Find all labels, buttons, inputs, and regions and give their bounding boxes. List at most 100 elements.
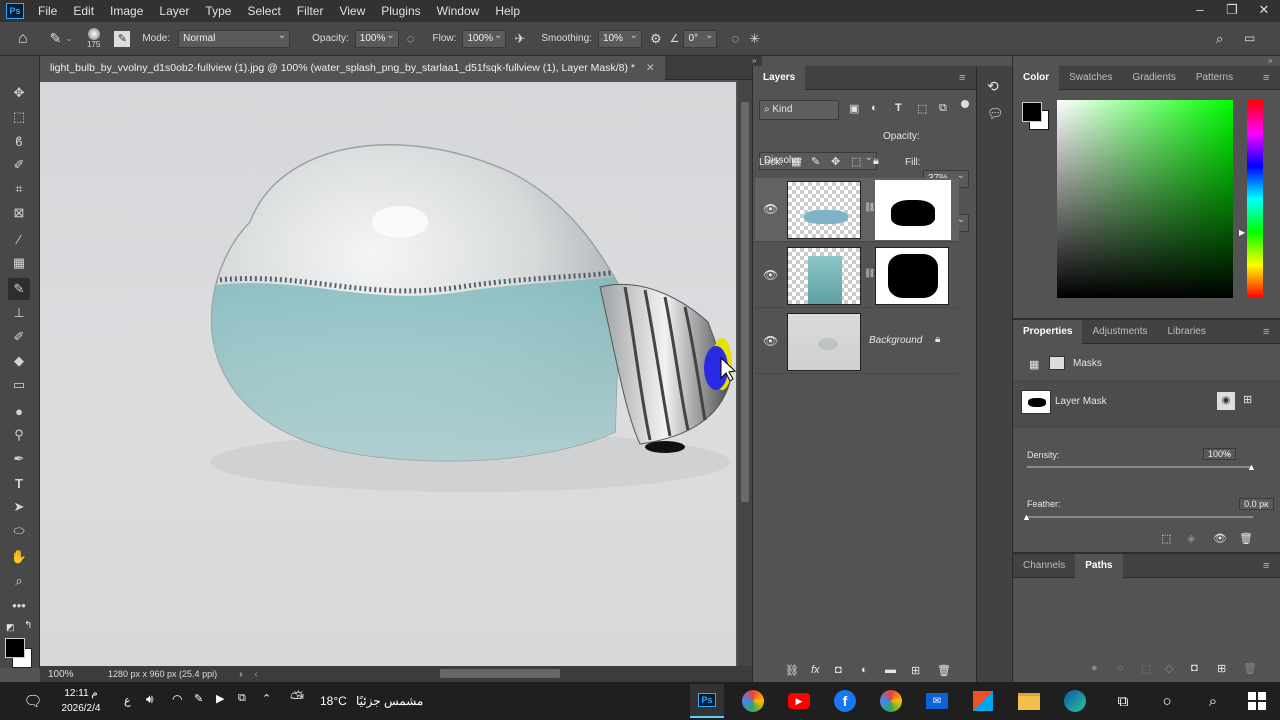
selection-to-path-icon[interactable]: ◇ bbox=[1165, 662, 1173, 675]
tab-layers[interactable]: Layers bbox=[753, 65, 806, 90]
home-icon[interactable]: ⌂ bbox=[18, 30, 28, 48]
background-thumbnail[interactable] bbox=[787, 313, 861, 371]
apply-mask-icon[interactable]: ◈ bbox=[1187, 532, 1195, 545]
layer-row[interactable]: 👁︎ ⛓︎ bbox=[755, 244, 959, 308]
delete-layer-icon[interactable]: 🗑︎ bbox=[937, 664, 951, 677]
load-selection-icon[interactable]: ⬚ bbox=[1161, 532, 1171, 545]
clone-stamp-tool-icon[interactable]: ⊥ bbox=[8, 302, 30, 324]
shape-tool-icon[interactable]: ⬭ bbox=[8, 520, 30, 542]
close-icon[interactable]: ✕ bbox=[1248, 0, 1280, 22]
density-slider-track[interactable] bbox=[1027, 466, 1253, 468]
flow-input[interactable]: 100% bbox=[462, 28, 507, 48]
menu-select[interactable]: Select bbox=[239, 4, 288, 18]
filter-adjustment-icon[interactable]: ◐ bbox=[871, 102, 878, 114]
mask-link-icon[interactable]: ⛓︎ bbox=[864, 202, 875, 213]
tab-swatches[interactable]: Swatches bbox=[1059, 66, 1122, 90]
brush-settings-icon[interactable]: ✎ bbox=[114, 30, 131, 47]
lock-all-icon[interactable]: 🔒︎ bbox=[873, 155, 879, 168]
workspace-icon[interactable]: ▭ bbox=[1244, 31, 1255, 45]
taskbar-mail-icon[interactable]: ✉ bbox=[920, 684, 954, 718]
expand-icon[interactable]: » bbox=[1268, 56, 1272, 65]
photoshop-logo-icon[interactable]: Ps bbox=[6, 3, 24, 19]
panel-menu-icon[interactable]: ≡ bbox=[1263, 560, 1269, 572]
new-group-icon[interactable]: ▬ bbox=[885, 664, 896, 676]
history-brush-tool-icon[interactable]: ✐ bbox=[8, 326, 30, 348]
taskbar-chrome-icon[interactable] bbox=[874, 684, 908, 718]
color-foreground-swatch[interactable] bbox=[1022, 102, 1042, 122]
tab-libraries[interactable]: Libraries bbox=[1158, 320, 1216, 344]
eye-icon[interactable]: 👁︎ bbox=[763, 334, 778, 348]
eye-icon[interactable]: 👁︎ bbox=[763, 202, 778, 216]
chevron-up-icon[interactable]: ⌃ bbox=[262, 692, 271, 705]
menu-layer[interactable]: Layer bbox=[151, 4, 197, 18]
feather-slider-track[interactable] bbox=[1027, 516, 1253, 518]
taskbar-youtube-icon[interactable]: ▶ bbox=[782, 684, 816, 718]
layer-row[interactable]: 👁︎ ⛓︎ bbox=[755, 178, 959, 242]
cortana-icon[interactable]: ○ bbox=[1150, 684, 1184, 718]
link-layers-icon[interactable]: ⛓︎ bbox=[785, 664, 799, 677]
brush-size-picker[interactable]: 175 bbox=[87, 28, 100, 49]
tab-properties[interactable]: Properties bbox=[1013, 319, 1083, 344]
move-tool-icon[interactable]: ✥ bbox=[8, 82, 30, 104]
layer-style-icon[interactable]: fx bbox=[811, 664, 820, 676]
stroke-path-icon[interactable]: ○ bbox=[1117, 662, 1124, 674]
pressure-size-icon[interactable]: ◌ bbox=[731, 31, 739, 46]
weather-description[interactable]: مشمس جزئيًا bbox=[356, 694, 423, 708]
mode-select[interactable]: Normal bbox=[178, 28, 291, 48]
language-indicator[interactable]: ع bbox=[124, 694, 131, 707]
layer-row[interactable]: 👁︎ Background 🔒︎ bbox=[755, 310, 959, 374]
foreground-color-swatch[interactable] bbox=[5, 638, 25, 658]
marquee-tool-icon[interactable]: ⬚ bbox=[8, 106, 30, 128]
quick-select-tool-icon[interactable]: ✐ bbox=[8, 154, 30, 176]
adjustment-layer-icon[interactable]: ◐ bbox=[861, 664, 868, 676]
menu-window[interactable]: Window bbox=[429, 4, 488, 18]
pressure-opacity-icon[interactable]: ◌ bbox=[407, 31, 415, 46]
filter-smart-object-icon[interactable]: ⧉ bbox=[939, 102, 947, 115]
weather-icon[interactable]: ⛅︎ bbox=[290, 688, 304, 709]
lock-transparent-icon[interactable]: ▦ bbox=[791, 155, 801, 168]
task-view-icon[interactable]: ⧉ bbox=[1106, 684, 1140, 718]
path-to-selection-icon[interactable]: ⬚ bbox=[1141, 662, 1151, 675]
zoom-level[interactable]: 100% bbox=[48, 669, 98, 680]
lock-position-icon[interactable]: ✥ bbox=[831, 155, 840, 168]
start-button-icon[interactable] bbox=[1240, 684, 1274, 718]
dodge-tool-icon[interactable]: ⚲ bbox=[8, 424, 30, 446]
mask-visibility-icon[interactable]: 👁︎ bbox=[1213, 532, 1227, 545]
feather-input[interactable]: 0.0 px bbox=[1239, 498, 1274, 510]
notifications-icon[interactable]: 🗨︎ bbox=[16, 684, 50, 718]
density-slider-handle[interactable]: ▲ bbox=[1247, 462, 1256, 472]
layer-mask-thumbnail[interactable] bbox=[875, 247, 949, 305]
panel-menu-icon[interactable]: ≡ bbox=[1263, 72, 1269, 84]
taskbar-store-icon[interactable] bbox=[966, 684, 1000, 718]
default-colors-icon[interactable]: ◩ bbox=[6, 622, 15, 633]
filter-toggle-icon[interactable] bbox=[961, 100, 969, 108]
crop-tool-icon[interactable]: ⌗ bbox=[8, 178, 30, 200]
symmetry-icon[interactable]: ✳ bbox=[749, 31, 760, 47]
new-layer-icon[interactable]: ⊞ bbox=[911, 664, 920, 677]
chevron-left-icon[interactable]: ‹ bbox=[254, 669, 257, 680]
color-field[interactable] bbox=[1057, 100, 1233, 298]
filter-shape-icon[interactable]: ⬚ bbox=[917, 102, 927, 115]
taskbar-photoshop-icon[interactable]: Ps bbox=[690, 684, 724, 718]
tab-color[interactable]: Color bbox=[1013, 65, 1060, 90]
menu-view[interactable]: View bbox=[331, 4, 373, 18]
menu-help[interactable]: Help bbox=[487, 4, 528, 18]
tab-gradients[interactable]: Gradients bbox=[1122, 66, 1185, 90]
filter-kind-select[interactable]: ⌕ Kind bbox=[759, 100, 839, 120]
mask-link-icon[interactable]: ⛓︎ bbox=[864, 268, 875, 279]
tab-paths[interactable]: Paths bbox=[1075, 553, 1123, 578]
menu-type[interactable]: Type bbox=[197, 4, 239, 18]
comments-icon[interactable]: 💬︎ bbox=[987, 106, 1004, 122]
menu-filter[interactable]: Filter bbox=[289, 4, 332, 18]
brush-tool-preset-icon[interactable]: ✎ bbox=[50, 30, 62, 47]
menu-image[interactable]: Image bbox=[102, 4, 151, 18]
add-vector-mask-icon[interactable]: ⊞ bbox=[1243, 393, 1252, 406]
vertical-scrollbar[interactable] bbox=[738, 80, 752, 668]
gear-icon[interactable]: ⚙ bbox=[650, 31, 662, 47]
delete-path-icon[interactable]: 🗑︎ bbox=[1243, 662, 1257, 675]
brush-tool-icon[interactable]: ✎ bbox=[8, 278, 30, 300]
gradient-tool-icon[interactable]: ▭ bbox=[8, 374, 30, 396]
airbrush-icon[interactable]: ✈ bbox=[514, 31, 525, 47]
menu-edit[interactable]: Edit bbox=[65, 4, 102, 18]
frame-tool-icon[interactable]: ⊠ bbox=[8, 202, 30, 224]
